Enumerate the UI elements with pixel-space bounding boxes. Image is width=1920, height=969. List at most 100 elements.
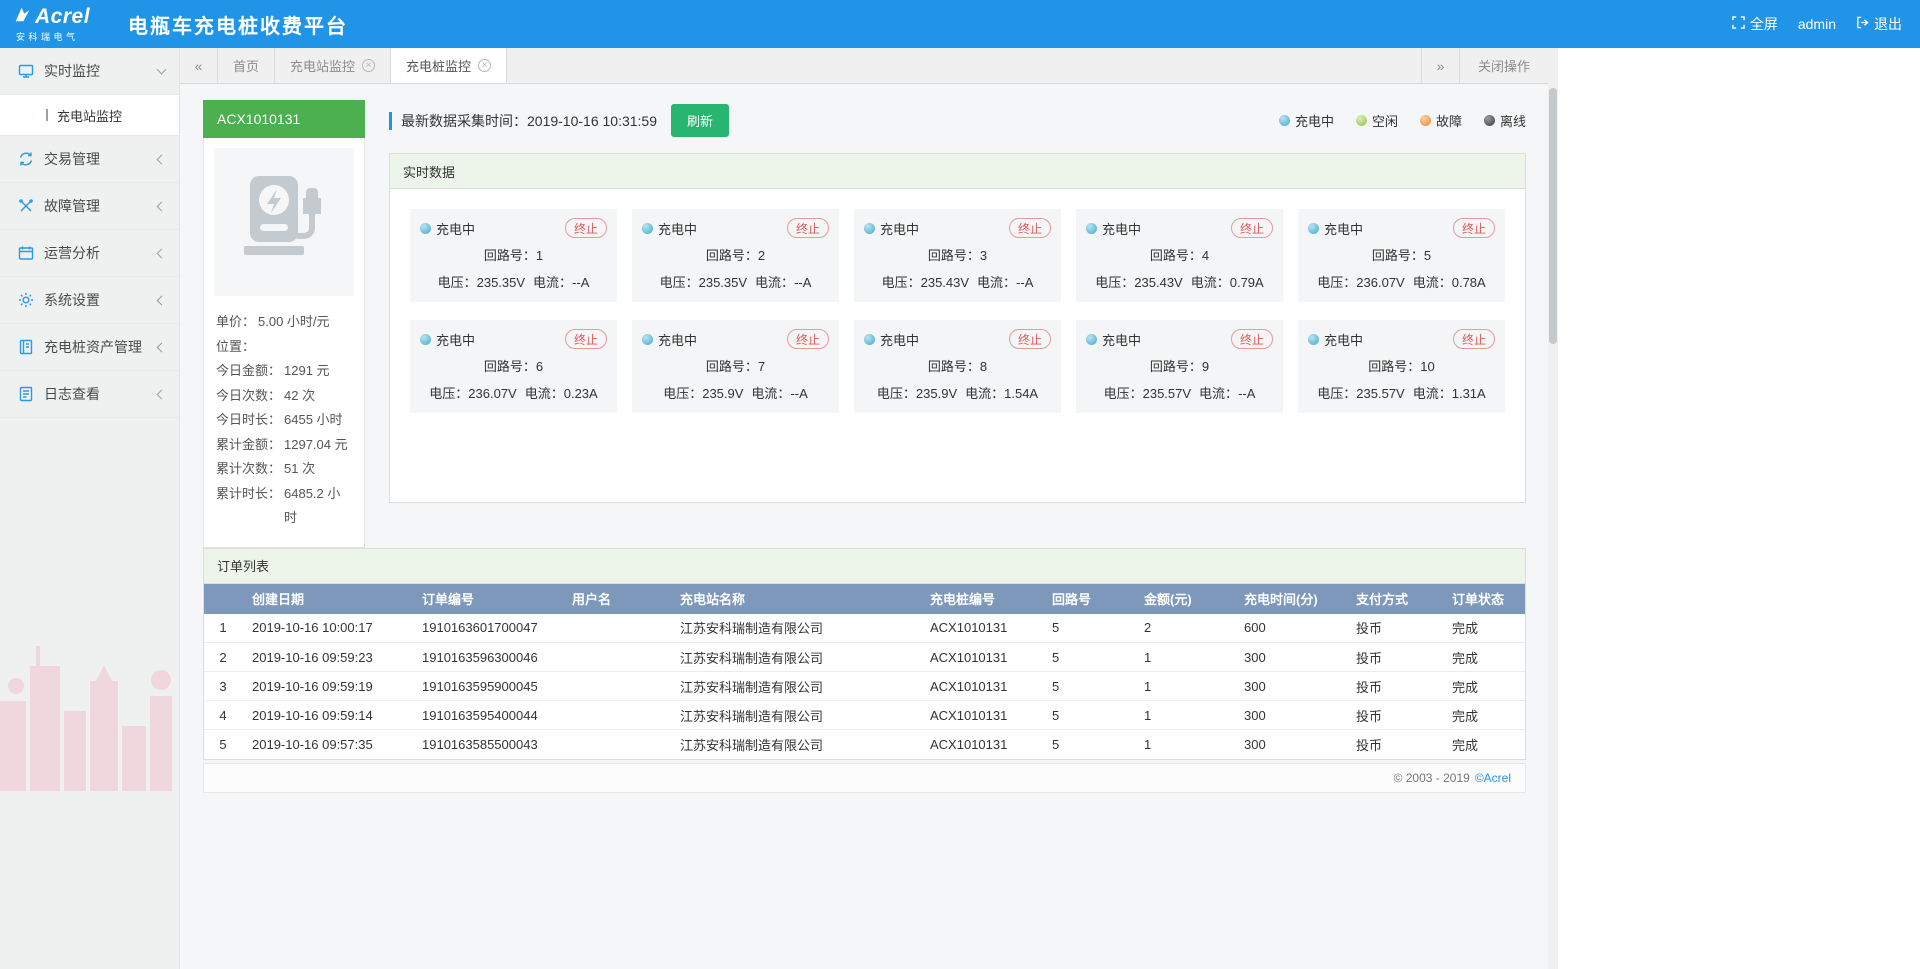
vertical-scrollbar[interactable] bbox=[1548, 48, 1558, 969]
terminate-button[interactable]: 终止 bbox=[1231, 218, 1273, 238]
stat-row: 今日次数：42 次 bbox=[216, 384, 352, 409]
chevron-left-icon bbox=[157, 389, 167, 399]
fault-status-icon bbox=[1420, 115, 1431, 126]
refresh-button[interactable]: 刷新 bbox=[671, 104, 729, 137]
sidebar-item-label: 实时监控 bbox=[44, 61, 158, 81]
page-footer: © 2003 - 2019 ©Acrel bbox=[203, 763, 1526, 793]
charging-status-icon bbox=[864, 223, 875, 234]
col-username: 用户名 bbox=[562, 584, 670, 614]
sidebar-item-realtime-monitor[interactable]: 实时监控 bbox=[0, 48, 179, 95]
charging-status-icon bbox=[864, 334, 875, 345]
terminate-button[interactable]: 终止 bbox=[787, 329, 829, 349]
circuit-readings: 电压：236.07V电流：0.23A bbox=[420, 383, 607, 402]
circuit-number: 回路号：10 bbox=[1308, 356, 1495, 375]
fullscreen-label: 全屏 bbox=[1750, 14, 1778, 34]
circuit-status-label: 充电中 bbox=[880, 219, 919, 238]
app-title: 电瓶车充电桩收费平台 bbox=[128, 10, 348, 39]
sidebar-item-transaction-mgmt[interactable]: 交易管理 bbox=[0, 136, 179, 183]
circuit-readings: 电压：235.35V电流：--A bbox=[642, 272, 829, 291]
col-order-status: 订单状态 bbox=[1442, 584, 1525, 614]
acrel-link[interactable]: ©Acrel bbox=[1475, 771, 1511, 785]
circuit-number: 回路号：8 bbox=[864, 356, 1051, 375]
table-header-row: 创建日期 订单编号 用户名 充电站名称 充电桩编号 回路号 金额(元) 充电时间… bbox=[204, 584, 1525, 614]
tabs-scroll-back-button[interactable]: « bbox=[180, 48, 218, 83]
close-tab-icon[interactable]: × bbox=[362, 59, 375, 72]
close-tab-icon[interactable]: × bbox=[478, 59, 491, 72]
sidebar-item-label: 日志查看 bbox=[44, 384, 158, 404]
circuit-status-label: 充电中 bbox=[658, 219, 697, 238]
sidebar-item-system-settings[interactable]: 系统设置 bbox=[0, 277, 179, 324]
calendar-icon bbox=[18, 245, 34, 261]
table-row: 5 2019-10-16 09:57:35 1910163585500043 江… bbox=[204, 730, 1525, 759]
device-id: ACX1010131 bbox=[203, 100, 365, 138]
stat-row: 累计金额：1297.04 元 bbox=[216, 433, 352, 458]
stat-row: 今日时长：6455 小时 bbox=[216, 408, 352, 433]
circuit-status-label: 充电中 bbox=[436, 219, 475, 238]
copyright-text: © 2003 - 2019 bbox=[1394, 771, 1470, 785]
terminate-button[interactable]: 终止 bbox=[1453, 329, 1495, 349]
circuit-status-label: 充电中 bbox=[1324, 219, 1363, 238]
terminate-button[interactable]: 终止 bbox=[787, 218, 829, 238]
sidebar-item-station-monitor[interactable]: 充电站监控 bbox=[0, 95, 179, 136]
col-create-date: 创建日期 bbox=[242, 584, 412, 614]
submenu-marker-icon bbox=[46, 109, 48, 121]
terminate-button[interactable]: 终止 bbox=[1009, 329, 1051, 349]
close-operations-button[interactable]: 关闭操作 bbox=[1459, 48, 1548, 83]
circuit-readings: 电压：235.43V电流：--A bbox=[864, 272, 1051, 291]
circuit-card: 充电中 终止 回路号：3 电压：235.43V电流：--A bbox=[854, 209, 1061, 302]
circuit-readings: 电压：235.57V电流：1.31A bbox=[1308, 383, 1495, 402]
order-list-title: 订单列表 bbox=[204, 549, 1525, 584]
circuit-card: 充电中终止 回路号：9 电压：235.57V电流：--A bbox=[1076, 320, 1283, 413]
acrel-logo: Acrel 安科瑞电气 bbox=[0, 5, 118, 43]
monitor-icon bbox=[18, 63, 34, 79]
monitor-toolbar: 最新数据采集时间：2019-10-16 10:31:59 刷新 充电中 空闲 故… bbox=[389, 104, 1526, 137]
tab-bar: « 首页 充电站监控 × 充电桩监控 × » 关闭操作 bbox=[180, 48, 1548, 84]
circuit-status-label: 充电中 bbox=[1324, 330, 1363, 349]
user-menu[interactable]: admin bbox=[1798, 16, 1836, 32]
col-pile-no: 充电桩编号 bbox=[920, 584, 1042, 614]
charging-status-icon bbox=[1308, 334, 1319, 345]
realtime-data-panel: 实时数据 充电中终止 回路号：1 电压：235.35V电流：--A 充电中终止 … bbox=[389, 153, 1526, 503]
circuit-number: 回路号：5 bbox=[1308, 245, 1495, 264]
circuit-number: 回路号：2 bbox=[642, 245, 829, 264]
terminate-button[interactable]: 终止 bbox=[565, 218, 607, 238]
circuit-card: 充电中终止 回路号：5 电压：236.07V电流：0.78A bbox=[1298, 209, 1505, 302]
sidebar-item-log-view[interactable]: 日志查看 bbox=[0, 371, 179, 418]
close-operations-label: 关闭操作 bbox=[1478, 56, 1530, 75]
terminate-button[interactable]: 终止 bbox=[565, 329, 607, 349]
orders-table: 创建日期 订单编号 用户名 充电站名称 充电桩编号 回路号 金额(元) 充电时间… bbox=[204, 584, 1525, 759]
scrollbar-thumb[interactable] bbox=[1549, 88, 1557, 344]
assets-icon bbox=[18, 339, 34, 355]
status-legend: 充电中 空闲 故障 离线 bbox=[1279, 111, 1526, 130]
stat-row: 位置： bbox=[216, 335, 352, 360]
tab-pile-monitor[interactable]: 充电桩监控 × bbox=[391, 48, 507, 83]
logout-label: 退出 bbox=[1874, 14, 1902, 34]
logout-button[interactable]: 退出 bbox=[1856, 14, 1902, 34]
fullscreen-button[interactable]: 全屏 bbox=[1732, 14, 1778, 34]
device-card-body: 单价：5.00 小时/元 位置： 今日金额：1291 元 今日次数：42 次 今… bbox=[203, 138, 365, 548]
circuit-number: 回路号：3 bbox=[864, 245, 1051, 264]
charging-status-icon bbox=[642, 223, 653, 234]
circuit-card: 充电中终止 回路号：1 电压：235.35V电流：--A bbox=[410, 209, 617, 302]
double-chevron-right-icon: » bbox=[1437, 58, 1445, 74]
terminate-button[interactable]: 终止 bbox=[1009, 218, 1051, 238]
sidebar-item-fault-mgmt[interactable]: 故障管理 bbox=[0, 183, 179, 230]
charging-status-icon bbox=[1086, 334, 1097, 345]
terminate-button[interactable]: 终止 bbox=[1231, 329, 1273, 349]
tab-home[interactable]: 首页 bbox=[218, 48, 275, 83]
sidebar-item-operation-analysis[interactable]: 运营分析 bbox=[0, 230, 179, 277]
tabs-scroll-forward-button[interactable]: » bbox=[1421, 48, 1459, 83]
circuit-readings: 电压：235.43V电流：0.79A bbox=[1086, 272, 1273, 291]
charging-pile-icon bbox=[232, 168, 336, 277]
tabbar-spacer bbox=[507, 48, 1421, 83]
chevron-left-icon bbox=[157, 342, 167, 352]
sidebar-item-label: 系统设置 bbox=[44, 290, 158, 310]
terminate-button[interactable]: 终止 bbox=[1453, 218, 1495, 238]
tab-station-monitor[interactable]: 充电站监控 × bbox=[275, 48, 391, 83]
circuit-readings: 电压：235.35V电流：--A bbox=[420, 272, 607, 291]
sidebar-item-pile-assets[interactable]: 充电桩资产管理 bbox=[0, 324, 179, 371]
sidebar-item-label: 故障管理 bbox=[44, 196, 158, 216]
charging-status-icon bbox=[642, 334, 653, 345]
legend-idle: 空闲 bbox=[1356, 111, 1398, 130]
tab-label: 充电站监控 bbox=[290, 56, 355, 75]
